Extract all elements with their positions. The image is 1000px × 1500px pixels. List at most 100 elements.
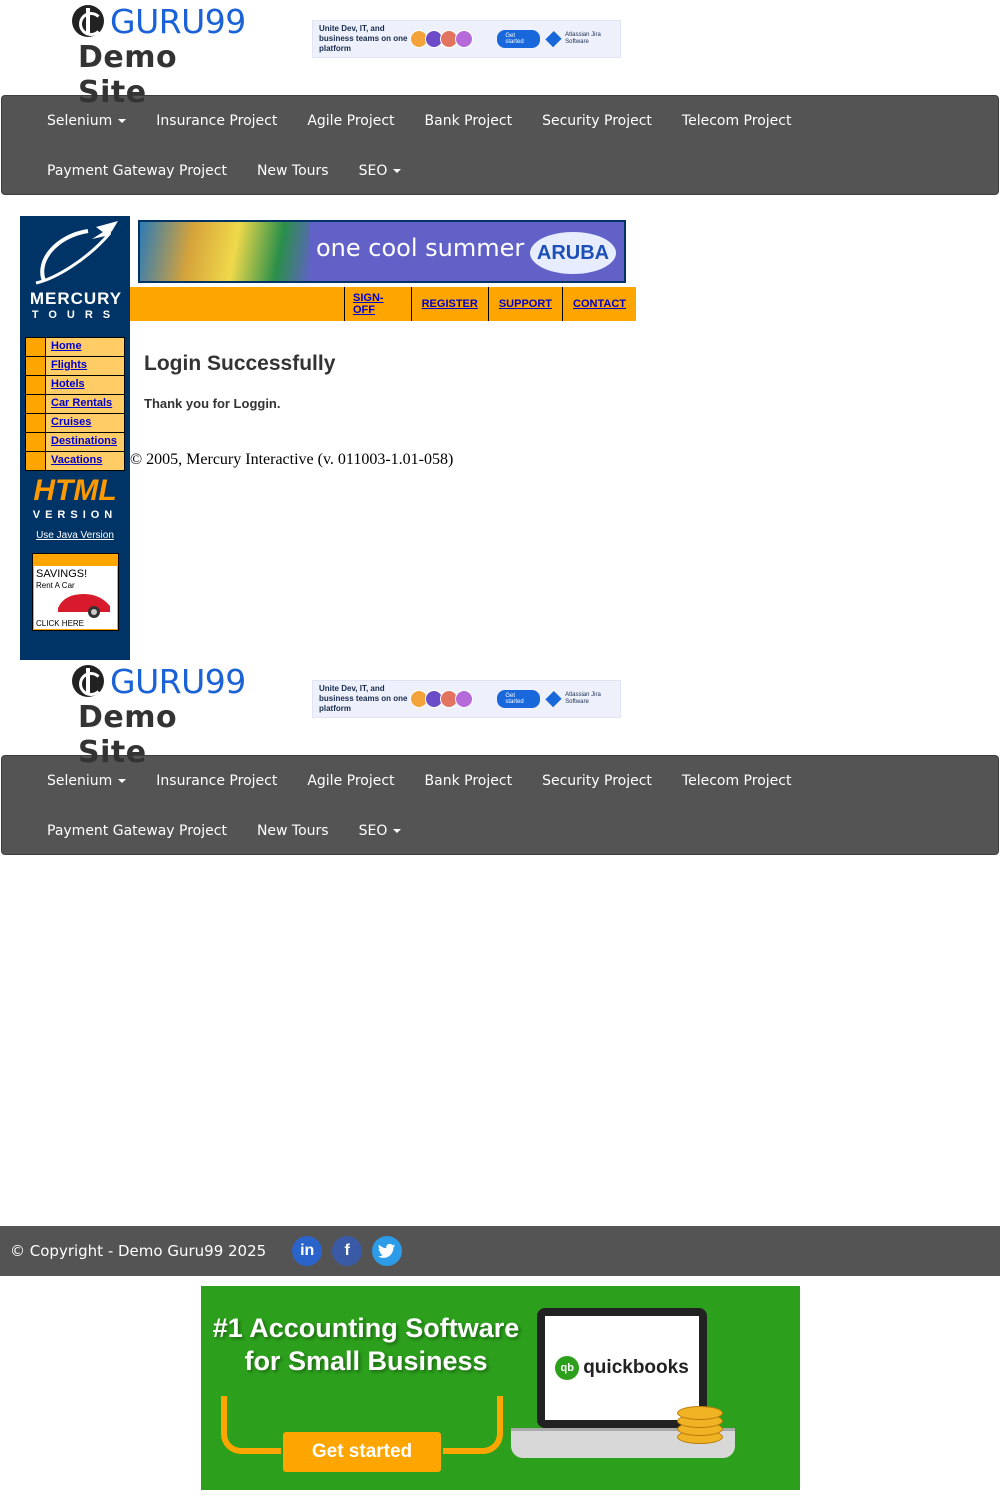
caret-down-icon bbox=[118, 779, 127, 783]
nav-payment-gateway-project[interactable]: Payment Gateway Project bbox=[32, 823, 242, 839]
quickbooks-logo-text: quickbooks bbox=[583, 1357, 689, 1378]
aruba-badge: ARUBA bbox=[530, 232, 616, 274]
jira-diamond-icon bbox=[545, 30, 562, 48]
banner-beach-photo bbox=[140, 222, 310, 281]
nav-new-tours[interactable]: New Tours bbox=[242, 163, 344, 179]
jira-ad-banner[interactable]: Unite Dev, IT, and business teams on one… bbox=[312, 20, 621, 58]
jira-ad-product: Atlassian Jira Software bbox=[545, 690, 620, 708]
guru99-logo-icon bbox=[72, 665, 104, 697]
nav-selenium[interactable]: Selenium bbox=[32, 113, 141, 129]
menu-bullet bbox=[26, 395, 45, 413]
top-header: GURU99 Demo Site Unite Dev, IT, and busi… bbox=[0, 0, 1000, 110]
caret-down-icon bbox=[393, 829, 402, 833]
guru99-brand: GURU99 bbox=[110, 661, 246, 701]
quickbooks-ad-headline: #1 Accounting Software for Small Busines… bbox=[201, 1312, 531, 1378]
nav-insurance-project[interactable]: Insurance Project bbox=[141, 113, 292, 129]
jira-ad-get-started-button[interactable]: Get started bbox=[497, 690, 541, 708]
mercury-tours-frame: MERCURY TOURS Home Flights Hotels Car Re… bbox=[0, 195, 1000, 660]
menu-bullet bbox=[26, 433, 45, 451]
car-ad-savings: SAVINGS! bbox=[36, 568, 88, 580]
twitter-bird-icon bbox=[378, 1243, 396, 1258]
jira-ad-text: Unite Dev, IT, and business teams on one… bbox=[319, 24, 408, 53]
nav-security-project[interactable]: Security Project bbox=[527, 113, 667, 129]
nav-insurance-project[interactable]: Insurance Project bbox=[141, 773, 292, 789]
sign-off-link[interactable]: SIGN-OFF bbox=[344, 287, 411, 321]
nav-seo[interactable]: SEO bbox=[344, 163, 417, 179]
linkedin-icon[interactable]: in bbox=[292, 1236, 323, 1266]
quickbooks-logo-icon: qb bbox=[555, 1356, 580, 1380]
side-menu-link-destinations[interactable]: Destinations bbox=[46, 433, 124, 451]
aruba-summer-banner[interactable]: one cool summer ARUBA bbox=[138, 220, 626, 283]
quickbooks-get-started-button[interactable]: Get started bbox=[283, 1432, 441, 1472]
side-menu-link-car-rentals[interactable]: Car Rentals bbox=[46, 395, 124, 413]
html-logo-text: HTML bbox=[33, 474, 117, 507]
jira-ad-product: Atlassian Jira Software bbox=[545, 30, 620, 48]
version-logo-text: VERSION bbox=[32, 509, 118, 521]
arrow-right-icon bbox=[443, 1396, 503, 1454]
mercury-tours-logo[interactable]: MERCURY TOURS bbox=[26, 221, 126, 325]
side-menu-link-vacations[interactable]: Vacations bbox=[46, 452, 124, 470]
menu-bullet bbox=[26, 357, 45, 375]
facebook-icon[interactable]: f bbox=[332, 1236, 363, 1266]
nav-selenium[interactable]: Selenium bbox=[32, 773, 141, 789]
coins-icon bbox=[671, 1396, 727, 1446]
use-java-version-link[interactable]: Use Java Version bbox=[20, 530, 130, 541]
nav-new-tours[interactable]: New Tours bbox=[242, 823, 344, 839]
mercury-top-links: SIGN-OFF REGISTER SUPPORT CONTACT bbox=[344, 287, 636, 321]
register-link[interactable]: REGISTER bbox=[410, 287, 488, 321]
nav-selenium-label: Selenium bbox=[47, 113, 113, 129]
caret-down-icon bbox=[118, 119, 127, 123]
nav-bank-project[interactable]: Bank Project bbox=[410, 113, 528, 129]
jira-diamond-icon bbox=[545, 690, 562, 708]
login-success-title: Login Successfully bbox=[144, 352, 336, 375]
mercury-sidebar: MERCURY TOURS Home Flights Hotels Car Re… bbox=[20, 216, 130, 660]
quickbooks-ad[interactable]: #1 Accounting Software for Small Busines… bbox=[201, 1286, 800, 1490]
nav-payment-gateway-project[interactable]: Payment Gateway Project bbox=[32, 163, 242, 179]
html-version-logo: HTML VERSION bbox=[30, 474, 120, 528]
mercury-copyright: © 2005, Mercury Interactive (v. 011003-1… bbox=[130, 451, 454, 468]
jira-product-name: Atlassian Jira Software bbox=[565, 32, 601, 45]
navbar-row-2: Payment Gateway Project New Tours SEO bbox=[32, 146, 998, 196]
support-link[interactable]: SUPPORT bbox=[487, 287, 562, 321]
nav-bank-project[interactable]: Bank Project bbox=[410, 773, 528, 789]
arrow-left-icon bbox=[221, 1396, 281, 1454]
rent-a-car-ad[interactable]: SAVINGS! Rent A Car CLICK HERE bbox=[32, 553, 119, 631]
nav-security-project[interactable]: Security Project bbox=[527, 773, 667, 789]
side-menu-item-vacations: Vacations bbox=[26, 452, 124, 470]
side-menu-item-hotels: Hotels bbox=[26, 376, 124, 394]
demo-site-title: Demo Site bbox=[78, 700, 178, 770]
second-navbar: Selenium Insurance Project Agile Project… bbox=[1, 755, 999, 855]
menu-bullet bbox=[26, 452, 45, 470]
mercury-logo-word: MERCURY bbox=[29, 289, 123, 308]
contact-link[interactable]: CONTACT bbox=[562, 287, 636, 321]
footer-copyright: © Copyright - Demo Guru99 2025 bbox=[10, 1242, 267, 1260]
nav-seo[interactable]: SEO bbox=[344, 823, 417, 839]
nav-telecom-project[interactable]: Telecom Project bbox=[667, 113, 807, 129]
caret-down-icon bbox=[393, 169, 402, 173]
side-menu-item-flights: Flights bbox=[26, 357, 124, 375]
guru99-logo[interactable]: GURU99 Demo Site bbox=[72, 662, 246, 770]
guru99-logo-icon bbox=[72, 5, 104, 37]
twitter-icon[interactable] bbox=[372, 1236, 403, 1266]
side-menu-link-flights[interactable]: Flights bbox=[46, 357, 124, 375]
side-menu-link-cruises[interactable]: Cruises bbox=[46, 414, 124, 432]
jira-ad-banner[interactable]: Unite Dev, IT, and business teams on one… bbox=[312, 680, 621, 718]
nav-agile-project[interactable]: Agile Project bbox=[292, 113, 409, 129]
headline-line-1: #1 Accounting Software bbox=[212, 1313, 520, 1343]
mercury-top-links-bar: SIGN-OFF REGISTER SUPPORT CONTACT bbox=[130, 287, 636, 321]
jira-ad-get-started-button[interactable]: Get started bbox=[497, 30, 541, 48]
car-ad-click-here: CLICK HERE bbox=[36, 619, 85, 628]
side-menu-item-cruises: Cruises bbox=[26, 414, 124, 432]
nav-selenium-label: Selenium bbox=[47, 773, 113, 789]
main-navbar: Selenium Insurance Project Agile Project… bbox=[1, 95, 999, 195]
nav-agile-project[interactable]: Agile Project bbox=[292, 773, 409, 789]
guru99-logo[interactable]: GURU99 Demo Site bbox=[72, 2, 246, 110]
side-menu-item-home: Home bbox=[26, 338, 124, 356]
side-menu-link-home[interactable]: Home bbox=[46, 338, 124, 356]
site-footer: © Copyright - Demo Guru99 2025 in f bbox=[0, 1226, 1000, 1276]
ad-people-graphic bbox=[409, 30, 492, 48]
jira-ad-text: Unite Dev, IT, and business teams on one… bbox=[319, 684, 408, 713]
side-menu-link-hotels[interactable]: Hotels bbox=[46, 376, 124, 394]
red-car-icon bbox=[58, 594, 110, 618]
nav-telecom-project[interactable]: Telecom Project bbox=[667, 773, 807, 789]
